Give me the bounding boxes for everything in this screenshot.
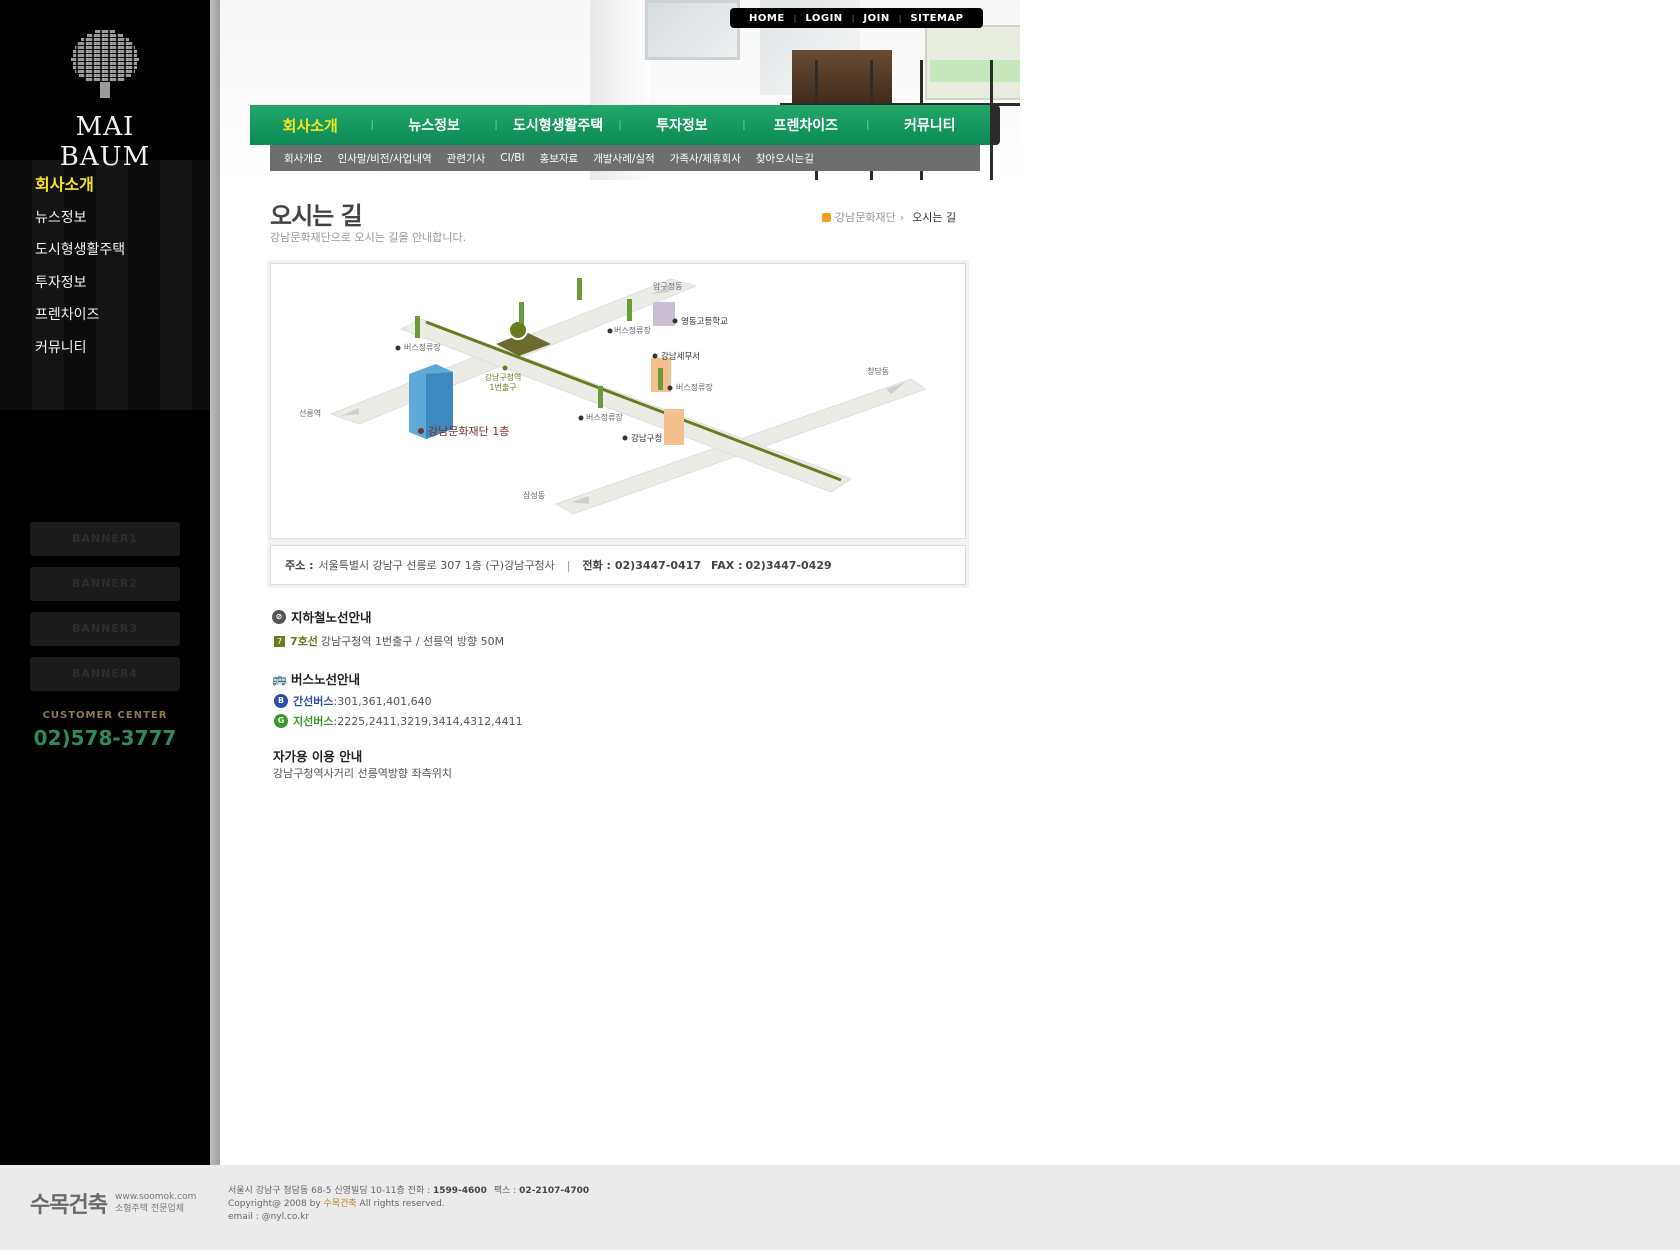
map-label-bus-stop-2: 버스정류장 bbox=[614, 325, 651, 335]
gnb-community[interactable]: 커뮤니티 bbox=[869, 115, 990, 135]
join-link[interactable]: JOIN bbox=[854, 13, 898, 24]
top-utility-links: HOME | LOGIN | JOIN | SITEMAP bbox=[730, 8, 983, 28]
footer-site[interactable]: www.soomok.com bbox=[115, 1192, 196, 1202]
subway-line-name: 7호선 bbox=[290, 635, 318, 648]
map-label-district-office: 강남구청 bbox=[631, 433, 662, 444]
banner-1[interactable]: BANNER1 bbox=[30, 522, 180, 556]
side-menu-item-franchise[interactable]: 프렌차이즈 bbox=[35, 304, 125, 337]
tree-dots-icon bbox=[71, 28, 139, 100]
branch-bus-routes: :2225,2411,3219,3414,4312,4411 bbox=[333, 714, 523, 728]
bus-section-title: 🚌 버스노선안내 bbox=[272, 671, 361, 688]
banner-3[interactable]: BANNER3 bbox=[30, 612, 180, 646]
location-map: 압구정동 청담동 선릉역 삼성동 버스정류장 버스정류장 버스정류장 버스정류장… bbox=[270, 263, 966, 539]
gnb-urban-housing[interactable]: 도시형생활주택 bbox=[498, 115, 619, 135]
banner-4[interactable]: BANNER4 bbox=[30, 657, 180, 691]
footer-fax: 02-2107-4700 bbox=[519, 1186, 590, 1196]
map-label-tax-office: 강남세무서 bbox=[661, 351, 700, 362]
branch-bus-badge-icon: G bbox=[274, 714, 288, 728]
side-menu-item-community[interactable]: 커뮤니티 bbox=[35, 337, 125, 370]
map-label-bus-stop-4: 버스정류장 bbox=[586, 412, 623, 422]
fax-label: FAX : bbox=[711, 558, 743, 572]
site-logo[interactable]: MAI BAUM bbox=[30, 28, 180, 172]
map-label-apgujeong: 압구정동 bbox=[653, 281, 682, 291]
map-label-exit: 1번출구 bbox=[489, 382, 516, 392]
map-label-samseong: 삼성동 bbox=[523, 490, 545, 500]
address-value: 서울특별시 강남구 선릉로 307 1층 (구)강남구청사 bbox=[318, 559, 555, 572]
map-label-cheongdam: 청담동 bbox=[867, 366, 889, 376]
chevron-right-icon: › bbox=[899, 210, 905, 224]
map-label-seolleung: 선릉역 bbox=[299, 408, 321, 418]
sidebar-edge bbox=[210, 0, 220, 1165]
customer-center-phone: 02)578-3777 bbox=[33, 726, 177, 750]
sitemap-link[interactable]: SITEMAP bbox=[901, 13, 972, 24]
side-menu-item-news[interactable]: 뉴스정보 bbox=[35, 207, 125, 240]
side-menu-item-company[interactable]: 회사소개 bbox=[35, 174, 125, 207]
address-bar: 주소 : 서울특별시 강남구 선릉로 307 1층 (구)강남구청사 | 전화 … bbox=[270, 545, 966, 585]
gnb-investment[interactable]: 투자정보 bbox=[622, 115, 743, 135]
breadcrumb-parent[interactable]: 강남문화재단 bbox=[835, 209, 896, 225]
page-subtitle: 강남문화재단으로 오시는 길을 안내합니다. bbox=[270, 231, 467, 244]
line-7-badge-icon: 7 bbox=[274, 635, 285, 647]
bus-icon: 🚌 bbox=[272, 671, 287, 686]
subway-icon: ⊘ bbox=[272, 609, 286, 624]
sub-nav: 회사개요 인사말/비전/사업내역 관련기사 CI/BI 홍보자료 개발사례/실적… bbox=[270, 145, 980, 171]
page-title: 오시는 길 bbox=[270, 202, 363, 230]
home-icon[interactable] bbox=[822, 212, 831, 222]
gnb-news[interactable]: 뉴스정보 bbox=[374, 115, 495, 135]
left-sidebar: MAI BAUM 회사소개 뉴스정보 도시형생활주택 투자정보 프렌차이즈 커뮤… bbox=[0, 0, 210, 1165]
address-separator: | bbox=[566, 558, 571, 572]
sub-nav-directions[interactable]: 찾아오시는길 bbox=[756, 151, 814, 166]
login-link[interactable]: LOGIN bbox=[796, 13, 851, 24]
subway-section-title: ⊘ 지하철노선안내 bbox=[272, 607, 372, 626]
footer-email: email : @nyl.co.kr bbox=[228, 1212, 310, 1222]
sub-nav-cases[interactable]: 개발사례/실적 bbox=[593, 151, 655, 166]
branch-bus-label: 지선버스 bbox=[293, 715, 334, 728]
car-section-title: 자가용 이용 안내 bbox=[273, 749, 363, 764]
map-label-foundation: 강남문화재단 1층 bbox=[428, 425, 509, 438]
trunk-bus-info: B 간선버스 :301,361,401,640 bbox=[274, 693, 432, 709]
map-label-bus-stop-3: 버스정류장 bbox=[676, 382, 713, 392]
footer-brand: 수목건축 bbox=[30, 1193, 108, 1218]
breadcrumb: 강남문화재단 › 오시는 길 bbox=[822, 209, 956, 225]
trunk-bus-label: 간선버스 bbox=[293, 695, 334, 708]
footer: 수목건축 www.soomok.com 소형주택 전문업체 서울시 강남구 청담… bbox=[0, 1165, 1680, 1250]
fax-value: 02)3447-0429 bbox=[745, 558, 832, 572]
sub-nav-affiliates[interactable]: 가족사/제휴회사 bbox=[670, 151, 741, 166]
global-nav: 회사소개 | 뉴스정보 | 도시형생활주택 | 투자정보 | 프렌차이즈 | 커… bbox=[250, 105, 1000, 145]
logo-text: MAI BAUM bbox=[59, 112, 151, 172]
side-menu-item-investment[interactable]: 투자정보 bbox=[35, 272, 125, 305]
trunk-bus-routes: :301,361,401,640 bbox=[333, 694, 432, 708]
footer-info: 서울시 강남구 청담동 68-5 신영빌딩 10-11층 전화 : 1599-4… bbox=[228, 1186, 590, 1222]
sub-nav-overview[interactable]: 회사개요 bbox=[284, 151, 323, 166]
sub-nav-greeting[interactable]: 인사말/비전/사업내역 bbox=[338, 151, 432, 166]
sub-nav-pr[interactable]: 홍보자료 bbox=[540, 151, 579, 166]
gnb-franchise[interactable]: 프렌차이즈 bbox=[746, 115, 867, 135]
sub-nav-ci-bi[interactable]: CI/BI bbox=[500, 152, 524, 164]
gnb-company[interactable]: 회사소개 bbox=[250, 115, 371, 136]
car-directions: 강남구청역사거리 선릉역방향 좌측위치 bbox=[273, 767, 453, 780]
side-menu-item-urban-housing[interactable]: 도시형생활주택 bbox=[35, 239, 125, 272]
subway-line-info: 7 7호선 강남구청역 1번출구 / 선릉역 방향 50M bbox=[274, 633, 504, 649]
footer-tel: 1599-4600 bbox=[433, 1186, 487, 1196]
footer-logo: 수목건축 www.soomok.com 소형주택 전문업체 bbox=[30, 1187, 196, 1219]
tel-value: 02)3447-0417 bbox=[614, 558, 702, 572]
footer-copy-brand: 수목건축 bbox=[323, 1199, 357, 1209]
tel-label: 전화 : bbox=[582, 559, 611, 572]
home-link[interactable]: HOME bbox=[740, 13, 794, 24]
address-label: 주소 : bbox=[285, 559, 314, 572]
map-label-yeongdong-hs: 영동고등학교 bbox=[681, 316, 728, 327]
banner-2[interactable]: BANNER2 bbox=[30, 567, 180, 601]
breadcrumb-current: 오시는 길 bbox=[912, 211, 957, 224]
customer-center-label: CUSTOMER CENTER bbox=[42, 710, 168, 721]
map-illustration: 압구정동 청담동 선릉역 삼성동 버스정류장 버스정류장 버스정류장 버스정류장… bbox=[299, 278, 928, 515]
sub-nav-articles[interactable]: 관련기사 bbox=[447, 151, 486, 166]
side-menu: 회사소개 뉴스정보 도시형생활주택 투자정보 프렌차이즈 커뮤니티 bbox=[35, 174, 125, 369]
trunk-bus-badge-icon: B bbox=[274, 694, 288, 708]
subway-directions: 강남구청역 1번출구 / 선릉역 방향 50M bbox=[320, 635, 505, 648]
map-label-bus-stop-1: 버스정류장 bbox=[404, 342, 441, 352]
branch-bus-info: G 지선버스 :2225,2411,3219,3414,4312,4411 bbox=[274, 713, 523, 729]
footer-tagline: 소형주택 전문업체 bbox=[114, 1204, 185, 1214]
map-label-station: 강남구청역 bbox=[485, 372, 522, 382]
